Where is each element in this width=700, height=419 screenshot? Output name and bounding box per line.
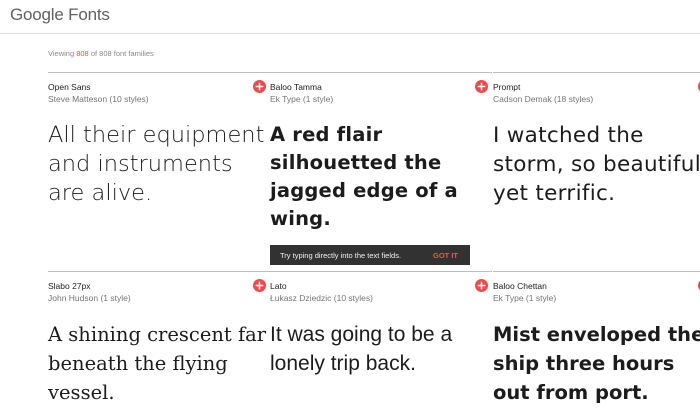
sample-text-field[interactable]: Mist enveloped the ship three hours out … bbox=[493, 320, 700, 407]
hint-toast: Try typing directly into the text fields… bbox=[270, 245, 470, 265]
add-font-button[interactable] bbox=[253, 80, 266, 93]
sample-text-field[interactable]: It was going to be a lonely trip back. bbox=[270, 320, 492, 378]
font-designer: Steve Matteson (10 styles) bbox=[48, 94, 149, 104]
results-prefix: Viewing bbox=[48, 49, 77, 58]
plus-icon bbox=[477, 82, 486, 91]
plus-icon bbox=[255, 82, 264, 91]
sample-text-field[interactable]: I watched the storm, so beautiful yet te… bbox=[493, 121, 700, 208]
font-designer: Cadson Demak (18 styles) bbox=[493, 94, 594, 104]
results-count: Viewing 808 of 808 font families bbox=[48, 49, 154, 58]
font-card-baloo-chettan: Baloo Chettan Ek Type (1 style) Mist env… bbox=[493, 271, 700, 419]
add-font-button[interactable] bbox=[253, 279, 266, 292]
font-designer: Łukasz Dziedzic (10 styles) bbox=[270, 293, 373, 303]
font-name[interactable]: Baloo Chettan bbox=[493, 281, 547, 291]
got-it-button[interactable]: GOT IT bbox=[433, 251, 458, 260]
plus-icon bbox=[255, 281, 264, 290]
font-name[interactable]: Slabo 27px bbox=[48, 281, 91, 291]
card-divider bbox=[493, 271, 700, 272]
toast-message: Try typing directly into the text fields… bbox=[280, 251, 402, 260]
font-name[interactable]: Open Sans bbox=[48, 82, 91, 92]
add-font-button[interactable] bbox=[475, 80, 488, 93]
card-divider bbox=[48, 72, 270, 73]
font-card-prompt: Prompt Cadson Demak (18 styles) I watche… bbox=[493, 72, 700, 242]
sample-text-field[interactable]: All their equipment and instruments are … bbox=[48, 121, 270, 208]
font-designer: John Hudson (1 style) bbox=[48, 293, 131, 303]
card-divider bbox=[493, 72, 700, 73]
font-name[interactable]: Lato bbox=[270, 281, 287, 291]
card-divider bbox=[48, 271, 270, 272]
font-card-baloo-tamma: Baloo Tamma Ek Type (1 style) A red flai… bbox=[270, 72, 492, 242]
font-card-lato: Lato Łukasz Dziedzic (10 styles) It was … bbox=[270, 271, 492, 419]
plus-icon bbox=[477, 281, 486, 290]
card-divider bbox=[270, 72, 492, 73]
font-designer: Ek Type (1 style) bbox=[493, 293, 557, 303]
add-font-button[interactable] bbox=[475, 279, 488, 292]
font-name[interactable]: Baloo Tamma bbox=[270, 82, 322, 92]
font-card-open-sans: Open Sans Steve Matteson (10 styles) All… bbox=[48, 72, 270, 242]
sample-text-field[interactable]: A shining crescent far beneath the flyin… bbox=[48, 320, 270, 407]
top-bar: Google Fonts bbox=[0, 0, 700, 34]
font-card-slabo: Slabo 27px John Hudson (1 style) A shini… bbox=[48, 271, 270, 419]
google-fonts-logo[interactable]: Google Fonts bbox=[10, 5, 110, 25]
results-count-number: 808 bbox=[76, 49, 89, 58]
sample-text-field[interactable]: A red flair silhouetted the jagged edge … bbox=[270, 121, 492, 233]
font-name[interactable]: Prompt bbox=[493, 82, 520, 92]
results-suffix: of 808 font families bbox=[88, 49, 154, 58]
card-divider bbox=[270, 271, 492, 272]
font-designer: Ek Type (1 style) bbox=[270, 94, 334, 104]
